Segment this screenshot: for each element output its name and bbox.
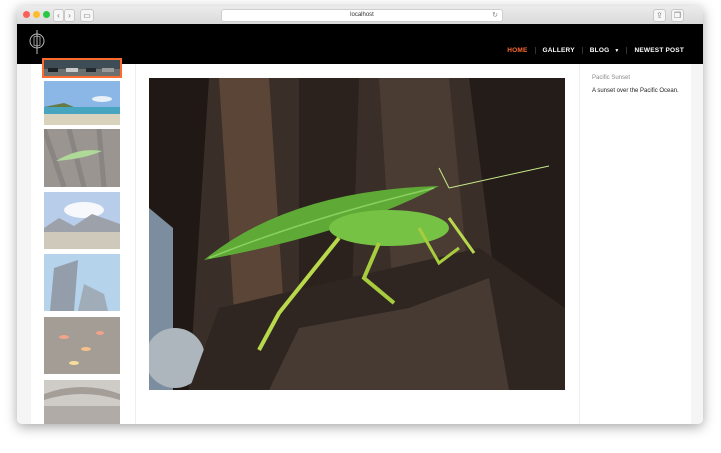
thumbnail-strip[interactable] bbox=[31, 58, 135, 424]
nav-newest-post[interactable]: NEWEST POST bbox=[626, 47, 691, 54]
thumbnail-mountains[interactable] bbox=[44, 192, 120, 249]
tabs-button[interactable]: ❐ bbox=[671, 9, 684, 22]
thumbnail-koi-pond[interactable] bbox=[44, 317, 120, 374]
chevron-left-icon: ‹ bbox=[57, 11, 60, 20]
thumbnail-divider bbox=[135, 64, 136, 424]
back-button[interactable]: ‹ bbox=[53, 9, 64, 22]
photo-description: A sunset over the Pacific Ocean. bbox=[592, 88, 679, 94]
content-area: Pacific Sunset A sunset over the Pacific… bbox=[17, 58, 703, 424]
thumbnail-katydid[interactable] bbox=[44, 129, 120, 187]
sidebar-toggle-button[interactable]: ▭ bbox=[80, 9, 94, 22]
reload-icon[interactable]: ↻ bbox=[492, 10, 498, 21]
nav-blog-label: BLOG bbox=[589, 47, 610, 54]
thumbnail-bridge[interactable] bbox=[44, 380, 120, 424]
nav-home[interactable]: HOME bbox=[500, 47, 534, 54]
forward-button[interactable]: › bbox=[64, 9, 75, 22]
address-text: localhost bbox=[350, 12, 374, 18]
main-photo-katydid[interactable] bbox=[149, 78, 565, 390]
tabs-icon: ❐ bbox=[673, 11, 682, 20]
nav-blog[interactable]: BLOG ▼ bbox=[581, 47, 627, 54]
zoom-window-button[interactable] bbox=[43, 11, 50, 18]
minimize-window-button[interactable] bbox=[33, 11, 40, 18]
share-icon: ⇪ bbox=[656, 11, 663, 20]
thumbnail-cars[interactable] bbox=[42, 58, 122, 78]
share-button[interactable]: ⇪ bbox=[653, 9, 666, 22]
photo-info-panel: Pacific Sunset A sunset over the Pacific… bbox=[579, 64, 692, 424]
close-window-button[interactable] bbox=[23, 11, 30, 18]
address-bar[interactable]: localhost ↻ bbox=[221, 9, 503, 22]
sidebar-icon: ▭ bbox=[83, 11, 91, 20]
main-nav: HOME GALLERY BLOG ▼ NEWEST POST bbox=[500, 47, 691, 54]
thumbnail-beach[interactable] bbox=[44, 81, 120, 125]
nav-gallery[interactable]: GALLERY bbox=[534, 47, 582, 54]
site-logo-icon[interactable] bbox=[27, 28, 47, 56]
browser-toolbar: ‹ › ▭ localhost ↻ ⇪ ❐ bbox=[17, 6, 703, 25]
gallery-page: Pacific Sunset A sunset over the Pacific… bbox=[31, 58, 692, 424]
browser-window: ‹ › ▭ localhost ↻ ⇪ ❐ HOME GALLERY BLOG ▼… bbox=[17, 6, 703, 424]
photo-title: Pacific Sunset bbox=[592, 75, 631, 81]
chevron-right-icon: › bbox=[68, 11, 71, 20]
caret-down-icon: ▼ bbox=[614, 48, 620, 54]
thumbnail-building[interactable] bbox=[44, 254, 120, 311]
